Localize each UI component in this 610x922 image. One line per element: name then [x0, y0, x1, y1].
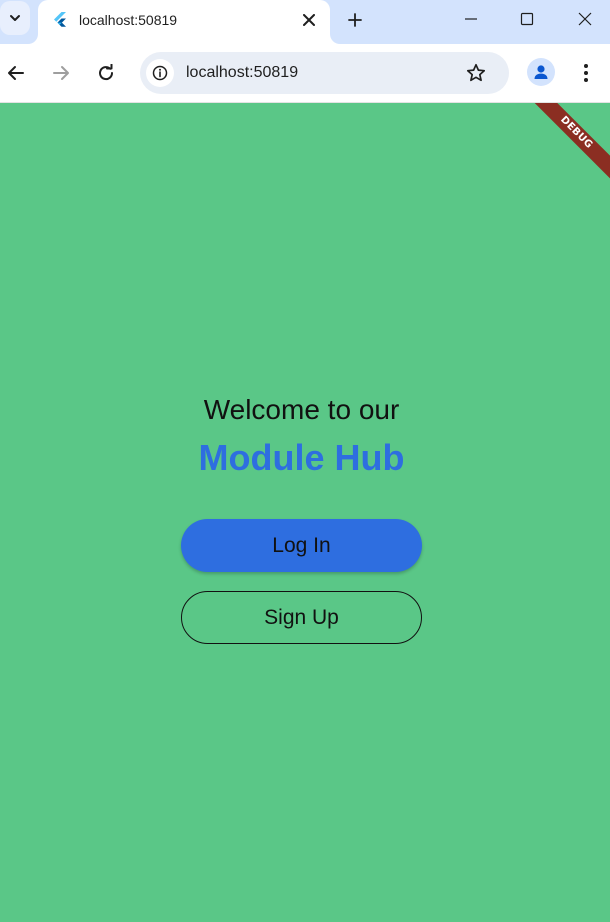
welcome-text: Welcome to our: [203, 394, 400, 425]
tab-title: localhost:50819: [79, 12, 178, 28]
plus-icon: [348, 13, 362, 27]
signup-button[interactable]: Sign Up: [181, 591, 422, 644]
site-info-button[interactable]: [146, 59, 174, 87]
app-page: DEBUG Welcome to our Module Hub Log In S…: [0, 103, 610, 922]
reload-button[interactable]: [90, 57, 122, 89]
flutter-icon: [54, 12, 66, 27]
address-bar[interactable]: localhost:50819: [140, 52, 509, 94]
url-text: localhost:50819: [186, 64, 299, 81]
browser-menu-button[interactable]: [574, 57, 598, 89]
tab-list-button[interactable]: [0, 1, 30, 35]
close-window-button[interactable]: [562, 4, 608, 34]
minimize-button[interactable]: [448, 4, 494, 34]
profile-icon: [534, 65, 548, 79]
forward-arrow-icon: [53, 66, 69, 80]
login-button[interactable]: Log In: [181, 519, 422, 572]
minimize-icon: [465, 18, 477, 20]
back-arrow-icon: [8, 66, 24, 80]
browser-toolbar: localhost:50819: [0, 44, 610, 103]
maximize-icon: [520, 12, 534, 26]
browser-window: localhost:50819 localhost:50819 DEBUG We…: [0, 0, 610, 922]
maximize-button[interactable]: [504, 4, 550, 34]
star-icon: [466, 63, 486, 82]
forward-button[interactable]: [45, 57, 77, 89]
new-tab-button[interactable]: [342, 7, 368, 33]
more-vert-icon: [584, 64, 588, 82]
bookmark-button[interactable]: [464, 61, 488, 85]
close-icon: [578, 12, 592, 26]
close-tab-button[interactable]: [298, 9, 320, 31]
chevron-down-icon: [10, 15, 20, 21]
close-icon: [303, 14, 315, 26]
profile-button[interactable]: [527, 58, 555, 86]
back-button[interactable]: [0, 57, 32, 89]
tab-strip: localhost:50819: [0, 0, 610, 44]
browser-tab[interactable]: localhost:50819: [38, 0, 330, 44]
debug-banner: DEBUG: [520, 103, 610, 189]
app-name-heading: Module Hub: [198, 437, 405, 478]
reload-icon: [99, 64, 114, 81]
info-icon: [152, 65, 168, 81]
